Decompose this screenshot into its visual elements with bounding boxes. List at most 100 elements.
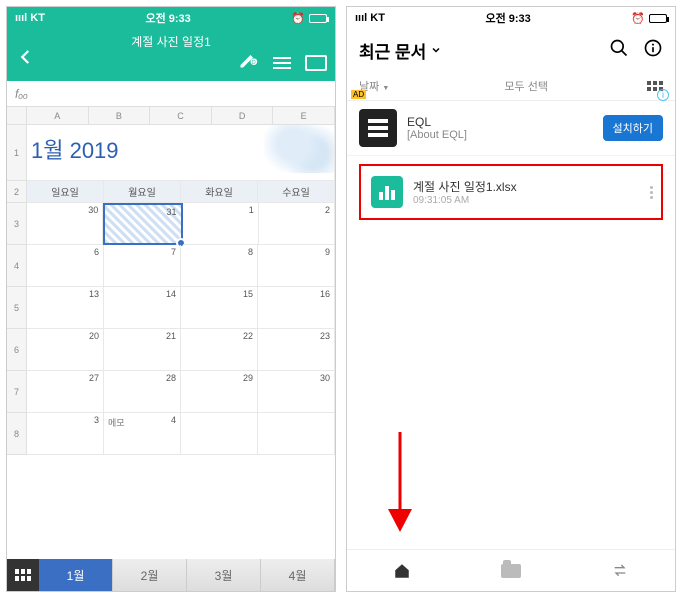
search-icon: [609, 38, 629, 58]
xlsx-icon: [371, 176, 403, 208]
sheet-tab[interactable]: 3월: [187, 559, 261, 591]
day-cell[interactable]: [181, 413, 258, 455]
clock-label: 오전 9:33: [485, 10, 530, 26]
day-cell[interactable]: 22: [181, 329, 258, 371]
ad-info-icon[interactable]: i: [657, 89, 669, 101]
day-cell[interactable]: 15: [181, 287, 258, 329]
selected-day-cell[interactable]: 31: [103, 203, 182, 245]
carrier-label: ıııl KT: [15, 12, 45, 24]
day-cell[interactable]: 30: [27, 203, 103, 245]
transfer-icon: [610, 563, 630, 579]
bottom-nav: [347, 549, 675, 591]
day-cell[interactable]: 3: [27, 413, 104, 455]
col-header[interactable]: C: [150, 107, 212, 125]
page-title: 최근 문서: [359, 38, 426, 63]
day-cell[interactable]: 30: [258, 371, 335, 413]
day-cell[interactable]: 16: [258, 287, 335, 329]
cloud-image: [264, 125, 334, 173]
document-title: 계절 사진 일정1: [7, 33, 335, 50]
app-header: 계절 사진 일정1 D: [7, 29, 335, 81]
row-header[interactable]: 7: [7, 371, 27, 413]
sheet-tab[interactable]: 2월: [113, 559, 187, 591]
more-button[interactable]: [650, 186, 653, 199]
day-header: 화요일: [181, 181, 258, 203]
row-header[interactable]: 6: [7, 329, 27, 371]
status-icons: ⏰: [631, 12, 667, 25]
page-title-dropdown[interactable]: 최근 문서: [359, 38, 442, 63]
clock-label: 오전 9:33: [145, 10, 190, 26]
ad-subtitle: [About EQL]: [407, 129, 593, 141]
day-header: 월요일: [104, 181, 181, 203]
app-header: 최근 문서: [347, 29, 675, 71]
ad-badge: AD: [351, 90, 366, 99]
row-header[interactable]: 5: [7, 287, 27, 329]
ad-app-icon: [359, 109, 397, 147]
day-cell[interactable]: 4메모: [104, 413, 181, 455]
day-cell[interactable]: 23: [258, 329, 335, 371]
day-cell[interactable]: 1: [183, 203, 259, 245]
sheets-grid-button[interactable]: [7, 559, 39, 591]
col-header[interactable]: B: [89, 107, 151, 125]
day-cell[interactable]: 7: [104, 245, 181, 287]
view-toggle[interactable]: [602, 81, 663, 91]
col-header[interactable]: A: [27, 107, 89, 125]
ad-title: EQL: [407, 115, 593, 129]
menu-button[interactable]: [273, 57, 291, 69]
file-row[interactable]: 계절 사진 일정1.xlsx 09:31:05 AM: [359, 164, 663, 220]
svg-text:D: D: [252, 60, 256, 66]
grid-icon: [15, 569, 31, 581]
day-cell[interactable]: 21: [104, 329, 181, 371]
day-cell[interactable]: 27: [27, 371, 104, 413]
day-header: 일요일: [27, 181, 104, 203]
row-header[interactable]: 1: [7, 125, 27, 181]
day-cell[interactable]: 6: [27, 245, 104, 287]
keyboard-icon[interactable]: [305, 55, 327, 71]
ad-banner[interactable]: AD i EQL [About EQL] 설치하기: [347, 101, 675, 156]
nav-transfer[interactable]: [566, 563, 675, 579]
search-button[interactable]: [609, 38, 629, 63]
pen-icon[interactable]: D: [237, 50, 259, 75]
alarm-icon: ⏰: [291, 12, 305, 25]
row-header[interactable]: 2: [7, 181, 27, 203]
status-icons: ⏰: [291, 12, 327, 25]
day-header: 수요일: [258, 181, 335, 203]
chevron-left-icon: [17, 48, 35, 66]
install-button[interactable]: 설치하기: [603, 115, 663, 141]
fx-label: fₒₒ: [15, 87, 28, 101]
sheet-tab[interactable]: 1월: [39, 559, 113, 591]
battery-icon: [649, 14, 667, 23]
nav-home[interactable]: [347, 562, 456, 580]
day-cell[interactable]: 29: [181, 371, 258, 413]
col-header[interactable]: D: [212, 107, 274, 125]
select-all-corner[interactable]: [7, 107, 27, 125]
status-bar: ıııl KT 오전 9:33 ⏰: [347, 7, 675, 29]
info-button[interactable]: [643, 38, 663, 63]
calendar-title-cell[interactable]: 1월 2019: [27, 125, 335, 181]
file-name: 계절 사진 일정1.xlsx: [413, 178, 517, 195]
row-header[interactable]: 3: [7, 203, 27, 245]
sort-date-dropdown[interactable]: 날짜 ▼: [359, 78, 450, 94]
sheet-tab[interactable]: 4월: [261, 559, 335, 591]
day-cell[interactable]: 28: [104, 371, 181, 413]
day-cell[interactable]: 13: [27, 287, 104, 329]
day-cell[interactable]: 2: [259, 203, 335, 245]
back-button[interactable]: [17, 48, 35, 71]
day-cell[interactable]: 9: [258, 245, 335, 287]
carrier-label: ıııl KT: [355, 12, 385, 24]
formula-bar[interactable]: fₒₒ: [7, 81, 335, 107]
spreadsheet[interactable]: A B C D E 1 1월 2019 2 일요일 월요일 화요일 수요일: [7, 107, 335, 559]
file-time: 09:31:05 AM: [413, 195, 517, 206]
home-icon: [392, 562, 412, 580]
filter-bar: 날짜 ▼ 모두 선택: [347, 71, 675, 101]
day-cell[interactable]: [258, 413, 335, 455]
day-cell[interactable]: 14: [104, 287, 181, 329]
day-cell[interactable]: 8: [181, 245, 258, 287]
row-header[interactable]: 8: [7, 413, 27, 455]
status-bar: ıııl KT 오전 9:33 ⏰: [7, 7, 335, 29]
info-icon: [643, 38, 663, 58]
day-cell[interactable]: 20: [27, 329, 104, 371]
nav-folder[interactable]: [456, 564, 565, 578]
col-header[interactable]: E: [273, 107, 335, 125]
select-all-button[interactable]: 모두 선택: [450, 78, 602, 94]
row-header[interactable]: 4: [7, 245, 27, 287]
